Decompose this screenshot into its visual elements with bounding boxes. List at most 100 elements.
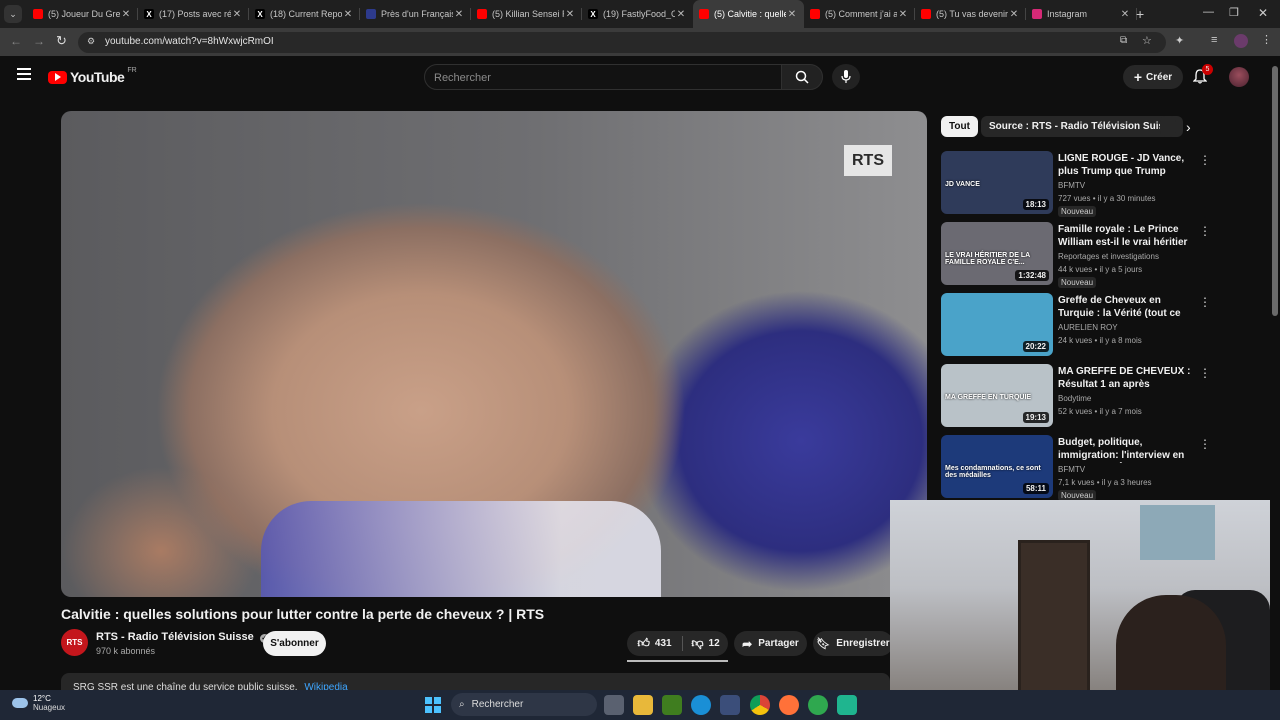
profile-avatar[interactable] — [1234, 34, 1248, 48]
recommended-title[interactable]: Greffe de Cheveux en Turquie : la Vérité… — [1058, 294, 1196, 321]
extensions-icon[interactable]: ✦ — [1175, 34, 1184, 47]
app-teal-icon[interactable] — [837, 695, 857, 715]
video-player[interactable]: RTS — [61, 111, 927, 597]
recommended-title[interactable]: Budget, politique, immigration: l'interv… — [1058, 436, 1196, 463]
browser-tab[interactable]: (5) Calvitie : quelles ✕ — [693, 0, 804, 28]
browser-tab[interactable]: (5) Joueur Du Grenier✕ — [27, 0, 138, 28]
address-bar[interactable]: ⚙ youtube.com/watch?v=8hWxwjcRmOI ⧉ ☆ — [78, 32, 1166, 53]
close-tab-icon[interactable]: ✕ — [786, 9, 798, 20]
video-thumbnail[interactable]: 20:22 — [941, 293, 1053, 356]
back-icon[interactable]: ← — [10, 34, 22, 48]
close-tab-icon[interactable]: ✕ — [453, 9, 465, 20]
share-button[interactable]: ➦ Partager — [734, 631, 807, 656]
page-scrollbar[interactable] — [1270, 56, 1280, 690]
bookshelf — [1018, 540, 1090, 700]
more-actions-icon[interactable]: ⋮ — [1199, 153, 1211, 167]
edge-icon[interactable] — [691, 695, 711, 715]
dislike-button[interactable]: 👎︎ 12 — [683, 631, 728, 656]
chips-next-icon[interactable]: › — [1186, 119, 1191, 135]
create-button[interactable]: + Créer — [1123, 65, 1183, 89]
new-tab-button[interactable]: + — [1136, 6, 1144, 22]
reload-icon[interactable]: ↻ — [56, 33, 67, 49]
weather-widget[interactable]: 12°C Nuageux — [12, 694, 65, 712]
like-button[interactable]: 👍︎ 431 — [627, 631, 682, 656]
close-tab-icon[interactable]: ✕ — [675, 9, 687, 20]
app-green-icon[interactable] — [808, 695, 828, 715]
file-explorer-icon[interactable] — [633, 695, 653, 715]
nvidia-icon[interactable] — [662, 695, 682, 715]
chrome-icon[interactable] — [750, 695, 770, 715]
browser-tab[interactable]: X (17) Posts avec réponses✕ — [138, 0, 249, 28]
recommended-channel[interactable]: Reportages et investigations — [1058, 252, 1159, 261]
more-actions-icon[interactable]: ⋮ — [1199, 366, 1211, 380]
video-thumbnail[interactable]: Mes condamnations, ce sont des médailles… — [941, 435, 1053, 498]
media-control-icon[interactable]: ≡ — [1211, 34, 1217, 46]
recommended-video[interactable]: MA GREFFE EN TURQUIE 19:13 MA GREFFE DE CH… — [941, 364, 1216, 430]
video-thumbnail[interactable]: MA GREFFE EN TURQUIE 19:13 — [941, 364, 1053, 427]
minimize-button[interactable]: — — [1203, 6, 1214, 18]
chip-more[interactable] — [1160, 116, 1176, 137]
browser-menu-icon[interactable]: ⋮ — [1261, 33, 1272, 46]
browser-tab[interactable]: X (19) FastlyFood_OFF✕ — [582, 0, 693, 28]
close-tab-icon[interactable]: ✕ — [342, 9, 354, 20]
account-avatar[interactable] — [1229, 67, 1249, 87]
more-actions-icon[interactable]: ⋮ — [1199, 295, 1211, 309]
channel-name[interactable]: RTS - Radio Télévision Suisse ✓ — [96, 631, 269, 643]
cloud-icon — [12, 698, 28, 708]
start-button[interactable] — [425, 697, 441, 713]
site-info-icon[interactable]: ⚙ — [87, 36, 95, 47]
close-tab-icon[interactable]: ✕ — [1008, 9, 1020, 20]
recommended-title[interactable]: MA GREFFE DE CHEVEUX : Résultat 1 an apr… — [1058, 365, 1196, 392]
browser-tab[interactable]: (5) Comment j'ai arrêté✕ — [804, 0, 915, 28]
recommended-channel[interactable]: Bodytime — [1058, 394, 1091, 403]
recommended-video[interactable]: LE VRAI HÉRITIER DE LA FAMILLE ROYALE C'… — [941, 222, 1216, 288]
recommended-channel[interactable]: AURELIEN ROY — [1058, 323, 1118, 332]
recommended-channel[interactable]: BFMTV — [1058, 181, 1085, 190]
hamburger-menu-icon[interactable] — [17, 68, 31, 80]
browser-tab[interactable]: (5) Tu vas devenir ✕ — [915, 0, 1026, 28]
close-tab-icon[interactable]: ✕ — [897, 9, 909, 20]
store-icon[interactable] — [720, 695, 740, 715]
close-tab-icon[interactable]: ✕ — [564, 9, 576, 20]
video-thumbnail[interactable]: JD VANCE 18:13 — [941, 151, 1053, 214]
browser-tab[interactable]: Instagram ✕ — [1026, 0, 1137, 28]
channel-avatar[interactable]: RTS — [61, 629, 88, 656]
search-input[interactable]: Rechercher — [424, 64, 782, 90]
save-button[interactable]: 🔖︎ Enregistrer — [813, 631, 893, 656]
search-button[interactable] — [781, 64, 823, 90]
close-window-button[interactable]: ✕ — [1258, 6, 1268, 20]
scrollbar-thumb[interactable] — [1272, 66, 1278, 316]
close-tab-icon[interactable]: ✕ — [120, 9, 132, 20]
tab-search-button[interactable]: ⌄ — [4, 5, 22, 23]
notifications-button[interactable]: 5 — [1192, 64, 1213, 89]
close-tab-icon[interactable]: ✕ — [1119, 9, 1131, 20]
bookmark-star-icon[interactable]: ☆ — [1142, 34, 1152, 47]
subscribe-button[interactable]: S'abonner — [263, 631, 326, 656]
task-view-icon[interactable] — [604, 695, 624, 715]
new-badge: Nouveau — [1058, 206, 1097, 217]
close-tab-icon[interactable]: ✕ — [231, 9, 243, 20]
forward-icon[interactable]: → — [33, 34, 45, 48]
recommended-video[interactable]: JD VANCE 18:13 LIGNE ROUGE - JD Vance, plu… — [941, 151, 1216, 217]
maximize-button[interactable]: ❐ — [1229, 6, 1239, 19]
chip-all[interactable]: Tout — [941, 116, 978, 137]
chip-source-rts[interactable]: Source : RTS - Radio Télévision Suisse — [981, 116, 1184, 137]
more-actions-icon[interactable]: ⋮ — [1199, 437, 1211, 451]
video-thumbnail[interactable]: LE VRAI HÉRITIER DE LA FAMILLE ROYALE C'… — [941, 222, 1053, 285]
taskbar-search[interactable]: ⌕ Rechercher — [451, 693, 597, 716]
youtube-logo[interactable]: YouTube FR — [48, 67, 137, 85]
browser-tab[interactable]: (5) Killian Sensei Reacts✕ — [471, 0, 582, 28]
install-app-icon[interactable]: ⧉ — [1120, 35, 1127, 46]
browser-tab[interactable]: Près d'un Français sur 2✕ — [360, 0, 471, 28]
recommended-video[interactable]: 20:22 Greffe de Cheveux en Turquie : la V… — [941, 293, 1216, 359]
recommended-channel[interactable]: BFMTV — [1058, 465, 1085, 474]
browser-tab[interactable]: X (18) Current Reporting✕ — [249, 0, 360, 28]
instagram-icon — [1032, 9, 1042, 19]
more-actions-icon[interactable]: ⋮ — [1199, 224, 1211, 238]
thumbs-down-icon: 👎︎ — [691, 636, 704, 650]
firefox-icon[interactable] — [779, 695, 799, 715]
recommended-video[interactable]: Mes condamnations, ce sont des médailles… — [941, 435, 1216, 501]
voice-search-button[interactable] — [832, 64, 860, 90]
recommended-title[interactable]: Famille royale : Le Prince William est-i… — [1058, 223, 1196, 250]
recommended-title[interactable]: LIGNE ROUGE - JD Vance, plus Trump que T… — [1058, 152, 1196, 179]
